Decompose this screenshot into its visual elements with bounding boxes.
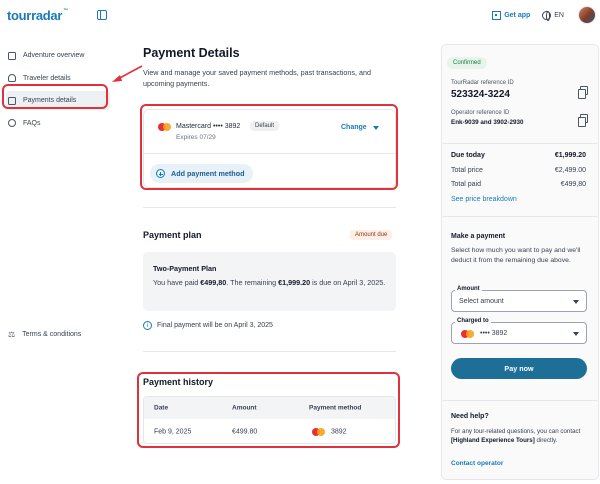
table-header: Date Amount Payment method	[144, 397, 395, 419]
plan-name: Two-Payment Plan	[153, 264, 217, 273]
operator-ref-id: Enk-9039 and 3902-2930	[451, 119, 524, 126]
mastercard-icon	[158, 123, 171, 131]
card-brand-number: Mastercard •••• 3892	[176, 123, 241, 130]
tourradar-logo[interactable]: tourradar™	[7, 8, 68, 23]
panel-divider	[443, 143, 597, 144]
table-row: Feb 9, 2025 €499.80 3892	[144, 419, 395, 443]
payment-history-title: Payment history	[143, 377, 214, 387]
get-app-button[interactable]: Get app	[492, 10, 531, 20]
get-app-label: Get app	[504, 11, 531, 19]
mastercard-icon	[461, 330, 474, 338]
chevron-down-icon	[372, 125, 379, 130]
annotation-arrow	[112, 65, 143, 82]
contact-operator-link[interactable]: Contact operator	[451, 460, 503, 467]
saved-card-row: Mastercard •••• 3892 Default Expires 07/…	[144, 110, 395, 154]
history-amount: €499.80	[232, 428, 258, 436]
make-payment-description: Select how much you want to pay and we'l…	[451, 247, 581, 264]
people-icon	[8, 74, 16, 82]
globe-icon	[542, 10, 552, 21]
header-actions: Get app EN	[492, 6, 596, 24]
tourradar-ref-id: 523324-3224	[451, 89, 510, 100]
chevron-down-icon	[573, 300, 579, 304]
history-date: Feb 9, 2025	[154, 428, 192, 436]
total-price-row: Total price €2,499.00	[451, 167, 586, 174]
highlight-sidebar-payments	[2, 84, 108, 109]
amount-select[interactable]: Select amount	[451, 290, 587, 312]
amount-label: Amount	[455, 286, 482, 292]
sidebar-toggle-icon[interactable]	[97, 10, 107, 20]
plan-description: You have paid €499,80. The remaining €1,…	[153, 278, 386, 287]
add-payment-method-button[interactable]: Add payment method	[150, 164, 254, 183]
copy-icon[interactable]	[578, 86, 588, 99]
payment-plan-box: Two-Payment Plan You have paid €499,80. …	[143, 252, 396, 311]
make-payment-title: Make a payment	[451, 233, 506, 240]
chevron-down-icon	[573, 332, 579, 336]
section-divider	[143, 351, 396, 352]
terms-conditions-link[interactable]: ⚖ Terms & conditions	[8, 330, 81, 339]
status-badge: Confirmed	[447, 57, 487, 69]
price-breakdown-link[interactable]: See price breakdown	[451, 196, 517, 203]
pay-now-button[interactable]: Pay now	[451, 358, 587, 379]
mastercard-icon	[312, 428, 325, 436]
charged-to-label: Charged to	[455, 318, 491, 324]
info-icon: i	[143, 321, 152, 330]
amount-due-badge: Amount due	[350, 230, 393, 240]
language-selector[interactable]: EN	[542, 10, 564, 21]
copy-icon[interactable]	[578, 114, 588, 127]
scale-icon: ⚖	[8, 330, 16, 339]
panel-divider	[443, 400, 597, 401]
payment-details-header: Payment Details View and manage your sav…	[143, 46, 398, 89]
need-help-text: For any tour-related questions, you can …	[451, 428, 581, 444]
column-header-method: Payment method	[309, 404, 362, 412]
page-title: Payment Details	[143, 46, 240, 60]
payment-plan-title: Payment plan	[143, 230, 202, 240]
payment-history-table: Date Amount Payment method Feb 9, 2025 €…	[143, 396, 396, 444]
final-payment-note: i Final payment will be on April 3, 2025	[143, 321, 273, 330]
charged-to-select[interactable]: •••• 3892	[451, 322, 587, 344]
avatar[interactable]	[578, 6, 596, 24]
section-divider	[143, 207, 396, 208]
clipboard-icon	[8, 51, 16, 60]
due-today-row: Due today €1,999.20	[451, 152, 586, 159]
change-card-button[interactable]: Change	[341, 124, 379, 131]
tourradar-ref-label: TourRadar reference ID	[451, 80, 514, 86]
column-header-amount: Amount	[232, 404, 257, 412]
panel-divider	[443, 216, 597, 217]
column-header-date: Date	[154, 404, 169, 412]
sidebar-item-adventure-overview[interactable]: Adventure overview	[6, 46, 110, 65]
default-badge: Default	[250, 121, 280, 131]
plus-circle-icon	[156, 169, 165, 178]
need-help-title: Need help?	[451, 413, 489, 420]
card-expiry: Expires 07/29	[176, 134, 216, 141]
operator-ref-label: Operator reference ID	[451, 110, 510, 116]
saved-payment-methods: Mastercard •••• 3892 Default Expires 07/…	[143, 109, 396, 188]
language-label: EN	[554, 11, 564, 19]
history-method: 3892	[331, 428, 347, 436]
total-paid-row: Total paid €499,80	[451, 181, 586, 188]
question-icon	[8, 119, 16, 127]
page-subtitle: View and manage your saved payment metho…	[143, 68, 372, 88]
sidebar-item-faqs[interactable]: FAQs	[6, 114, 110, 133]
qr-code-icon	[492, 10, 502, 20]
